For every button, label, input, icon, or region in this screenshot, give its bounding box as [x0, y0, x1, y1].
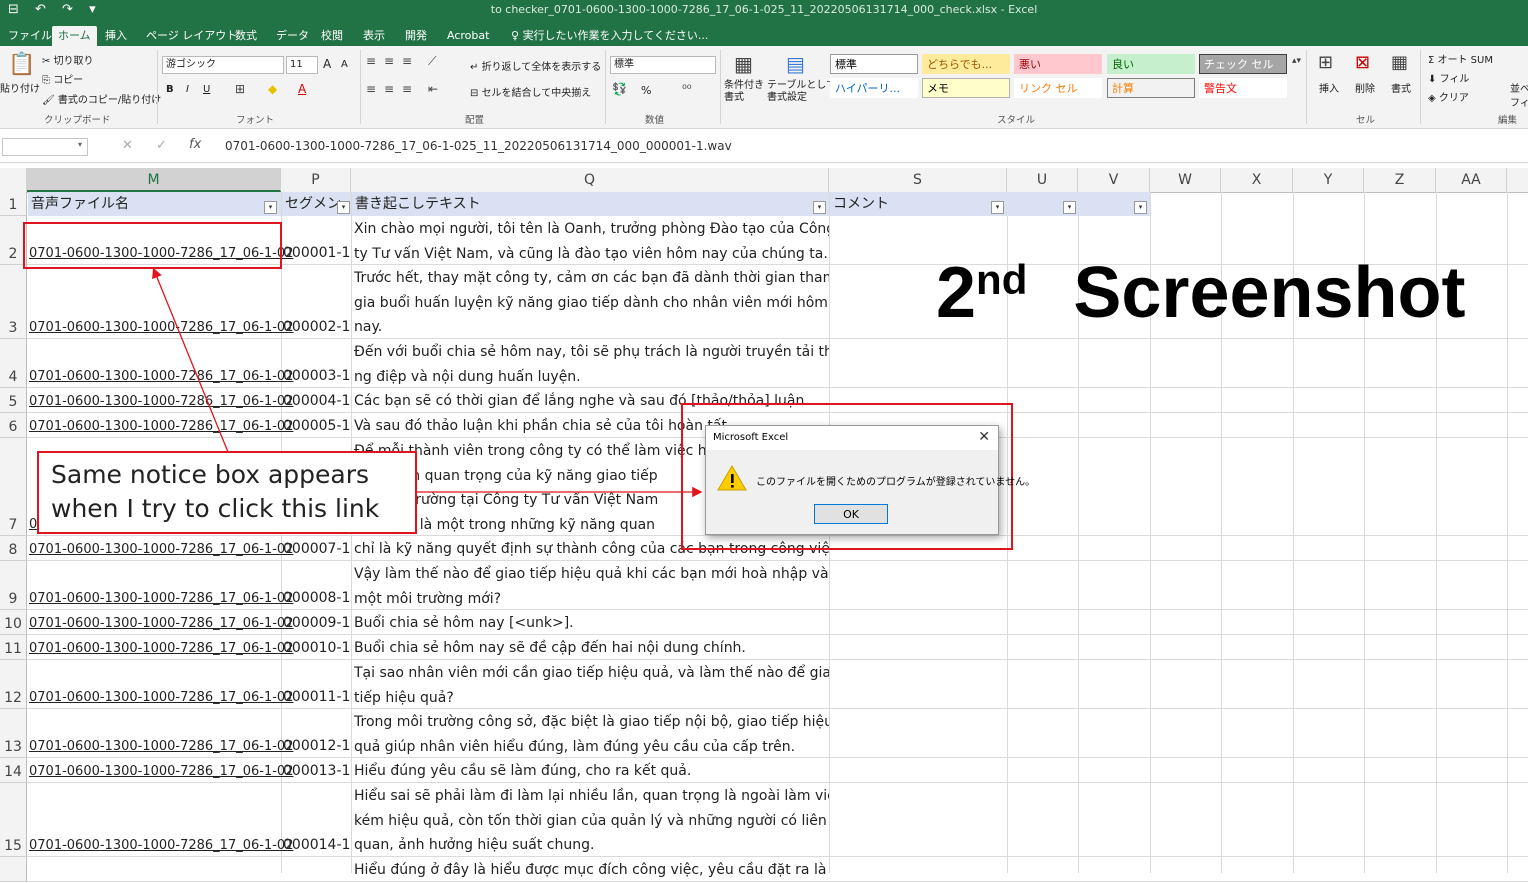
dialog-message: このファイルを開くためのプログラムが登録されていません。	[756, 477, 1036, 488]
callout-text: Same notice box appears when I try to cl…	[51, 460, 380, 523]
cell-style-5[interactable]: ハイパーリ...	[830, 78, 918, 98]
cell-style-6[interactable]: メモ	[922, 78, 1010, 98]
cell-style-7[interactable]: リンク セル	[1014, 78, 1102, 98]
warning-icon	[717, 465, 747, 491]
arrow-to-link	[152, 267, 229, 453]
cell-style-4[interactable]: チェック セル	[1199, 54, 1287, 74]
dialog-title: Microsoft Excel	[713, 432, 789, 443]
screenshot-label: 2nd Screenshot	[936, 253, 1466, 333]
cell-style-1[interactable]: どちらでも...	[922, 54, 1010, 74]
annotation-callout: Same notice box appears when I try to cl…	[37, 451, 417, 534]
cell-style-8[interactable]: 計算	[1107, 78, 1195, 98]
dialog-titlebar: Microsoft Excel ✕	[706, 426, 998, 450]
ok-button[interactable]: OK	[814, 504, 888, 524]
cell-style-9[interactable]: 警告文	[1199, 78, 1287, 98]
cell-style-3[interactable]: 良い	[1107, 54, 1195, 74]
cell-style-2[interactable]: 悪い	[1014, 54, 1102, 74]
message-dialog: Microsoft Excel ✕ このファイルを開くためのプログラムが登録され…	[705, 425, 1035, 535]
close-icon[interactable]: ✕	[978, 429, 990, 445]
cell-style-0[interactable]: 標準	[830, 54, 918, 74]
